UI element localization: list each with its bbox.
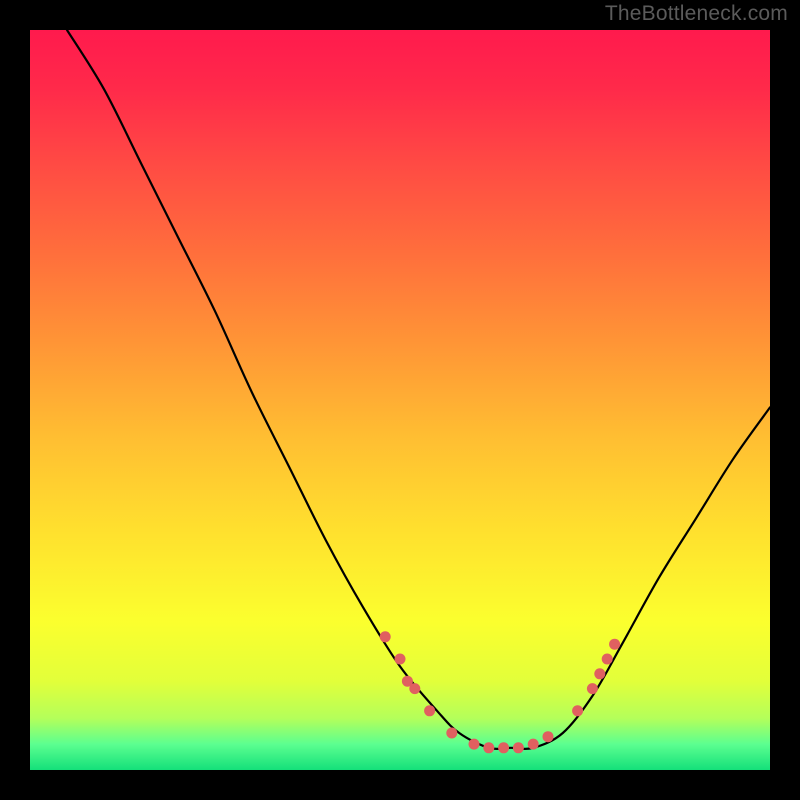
- watermark-text: TheBottleneck.com: [605, 2, 788, 26]
- data-point-marker: [446, 728, 457, 739]
- data-point-marker: [528, 739, 539, 750]
- chart-frame: [30, 30, 770, 770]
- data-point-marker: [609, 639, 620, 650]
- data-point-marker: [483, 742, 494, 753]
- data-point-marker: [469, 739, 480, 750]
- data-point-marker: [602, 654, 613, 665]
- data-point-marker: [498, 742, 509, 753]
- data-point-marker: [380, 631, 391, 642]
- data-point-marker: [587, 683, 598, 694]
- bottleneck-curve: [30, 30, 770, 770]
- data-point-marker: [424, 705, 435, 716]
- data-point-marker: [395, 654, 406, 665]
- data-point-marker: [572, 705, 583, 716]
- data-point-marker: [594, 668, 605, 679]
- data-point-marker: [513, 742, 524, 753]
- data-point-marker: [543, 731, 554, 742]
- data-point-marker: [409, 683, 420, 694]
